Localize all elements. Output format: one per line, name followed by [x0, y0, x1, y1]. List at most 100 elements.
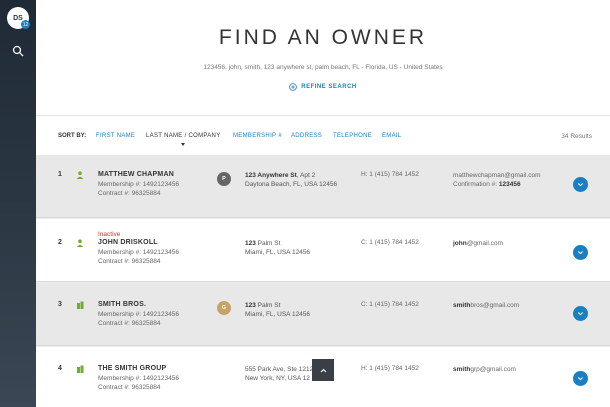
building-icon	[77, 301, 84, 309]
table-row[interactable]: 1 MATTHEW CHAPMAN Membership #: 14921234…	[36, 155, 610, 218]
sort-telephone[interactable]: TELEPHONE	[333, 133, 372, 139]
expand-row-button[interactable]	[573, 371, 588, 386]
address-line-2: Daytona Beach, FL, USA 12456	[245, 181, 338, 188]
address-match: 123	[245, 240, 256, 247]
membership-number: Membership #: 1492123456	[98, 375, 179, 382]
sort-by-label: SORT BY:	[58, 133, 87, 139]
notification-count: 12	[22, 21, 29, 28]
tier-badge: P	[217, 172, 231, 186]
contract-number: Contract #: 96325884	[98, 190, 161, 197]
owner-email: smithbros@gmail.com	[453, 301, 519, 310]
table-row[interactable]: Inactive 2 JOHN DRISKOLL Membership #: 1…	[36, 219, 610, 282]
membership-number: Membership #: 1492123456	[98, 181, 179, 188]
owner-phone: H: 1 (415) 784 1452	[361, 365, 419, 372]
row-number: 2	[58, 239, 62, 246]
tier-letter: G	[221, 305, 227, 311]
chevron-up-icon	[320, 368, 326, 372]
person-icon	[76, 171, 84, 179]
sort-bar: SORT BY: FIRST NAME LAST NAME / COMPANY …	[36, 115, 610, 155]
building-icon	[77, 365, 84, 373]
chevron-down-icon	[577, 377, 584, 381]
address-rest: , Apt 2	[296, 172, 316, 179]
sort-last-name-company[interactable]: LAST NAME / COMPANY	[146, 133, 221, 139]
contract-number: Contract #: 96325884	[98, 320, 161, 327]
address-match: 123 Anywhere St	[245, 172, 297, 179]
owner-address: 123 Palm St Miami, FL, USA 12456	[245, 301, 310, 319]
sidebar: DS 12	[0, 0, 36, 407]
table-row[interactable]: 3 SMITH BROS. Membership #: 1492123456 C…	[36, 283, 610, 346]
email-match: smith	[453, 302, 471, 309]
chevron-down-icon	[577, 312, 584, 316]
refine-search-button[interactable]: REFINE SEARCH	[36, 83, 610, 91]
confirmation-label: Confirmation #:	[453, 181, 499, 188]
email-text: matthewchapman@gmail.com	[453, 172, 541, 179]
contract-number: Contract #: 96325884	[98, 258, 161, 265]
sort-address[interactable]: ADDRESS	[291, 133, 322, 139]
owner-phone: H: 1 (415) 784 1452	[361, 171, 419, 178]
tier-badge: G	[217, 301, 231, 315]
owner-name[interactable]: SMITH BROS.	[98, 301, 146, 308]
owner-address: 123 Anywhere St, Apt 2 Daytona Beach, FL…	[245, 171, 337, 189]
email-match: smith	[453, 366, 471, 373]
main-content: FIND AN OWNER 123456, john, smith, 123 a…	[36, 0, 610, 407]
expand-row-button[interactable]	[573, 306, 588, 321]
address-line-1: 123 Palm St	[245, 301, 310, 310]
email-match: john	[453, 240, 467, 247]
address-line-2: Miami, FL, USA 12456	[245, 311, 311, 318]
address-rest: Palm St	[255, 240, 281, 247]
search-header: FIND AN OWNER 123456, john, smith, 123 a…	[36, 0, 610, 115]
chevron-down-icon	[577, 183, 584, 187]
notification-badge: 12	[21, 20, 30, 29]
sort-membership[interactable]: MEMBERSHIP #	[233, 133, 282, 139]
email-rest: bros@gmail.com	[470, 302, 520, 309]
owner-meta: Membership #: 1492123456 Contract #: 963…	[98, 180, 179, 198]
expand-row-button[interactable]	[573, 177, 588, 192]
address-match: 123	[245, 302, 256, 309]
owner-name[interactable]: THE SMITH GROUP	[98, 365, 166, 372]
contract-number: Contract #: 96325884	[98, 384, 161, 391]
owner-meta: Membership #: 1492123456 Contract #: 963…	[98, 374, 179, 392]
row-number: 3	[58, 301, 62, 308]
row-number: 4	[58, 365, 62, 372]
owner-email: matthewchapman@gmail.com Confirmation #:…	[453, 171, 541, 189]
results-count: 34 Results	[561, 133, 592, 140]
email-address[interactable]: smithgrp@gmail.com	[453, 365, 516, 374]
expand-row-button[interactable]	[573, 245, 588, 260]
address-rest: 555 Park Ave, Ste 1212	[245, 366, 314, 373]
email-address[interactable]: matthewchapman@gmail.com	[453, 171, 541, 180]
membership-number: Membership #: 1492123456	[98, 311, 179, 318]
email-rest: @gmail.com	[466, 240, 503, 247]
address-rest: Palm St	[255, 302, 281, 309]
row-number: 1	[58, 171, 62, 178]
sort-caret-icon	[181, 143, 185, 146]
refine-search-label: REFINE SEARCH	[301, 84, 357, 90]
owner-name[interactable]: JOHN DRISKOLL	[98, 239, 158, 246]
chevron-down-icon	[577, 251, 584, 255]
owner-meta: Membership #: 1492123456 Contract #: 963…	[98, 310, 179, 328]
sort-email[interactable]: EMAIL	[382, 133, 402, 139]
sort-first-name[interactable]: FIRST NAME	[96, 133, 135, 139]
confirmation-value: 123456	[498, 181, 521, 188]
owner-phone: C: 1 (415) 784 1452	[361, 301, 419, 308]
owner-email: smithgrp@gmail.com	[453, 365, 516, 374]
email-address[interactable]: smithbros@gmail.com	[453, 301, 519, 310]
owner-name[interactable]: MATTHEW CHAPMAN	[98, 171, 174, 178]
owner-phone: C: 1 (415) 784 1452	[361, 239, 419, 246]
owner-address: 555 Park Ave, Ste 1212 New York, NY, USA…	[245, 365, 313, 383]
status-badge: Inactive	[98, 231, 121, 238]
search-criteria: 123456, john, smith, 123 anywhere st, pa…	[203, 64, 443, 71]
page-title: FIND AN OWNER	[218, 26, 428, 49]
owner-address: 123 Palm St Miami, FL, USA 12456	[245, 239, 310, 257]
owner-email: john@gmail.com	[453, 239, 503, 248]
email-address[interactable]: john@gmail.com	[453, 239, 503, 248]
email-rest: grp@gmail.com	[470, 366, 516, 373]
confirmation-number: Confirmation #: 123456	[453, 180, 541, 189]
address-line-2: New York, NY, USA 12	[245, 375, 310, 382]
refine-icon	[289, 83, 298, 91]
address-line-1: 123 Palm St	[245, 239, 310, 248]
search-icon[interactable]	[12, 45, 24, 57]
address-line-2: Miami, FL, USA 12456	[245, 249, 311, 256]
owner-meta: Membership #: 1492123456 Contract #: 963…	[98, 248, 179, 266]
person-icon	[76, 239, 84, 247]
back-to-top-button[interactable]	[312, 359, 334, 381]
